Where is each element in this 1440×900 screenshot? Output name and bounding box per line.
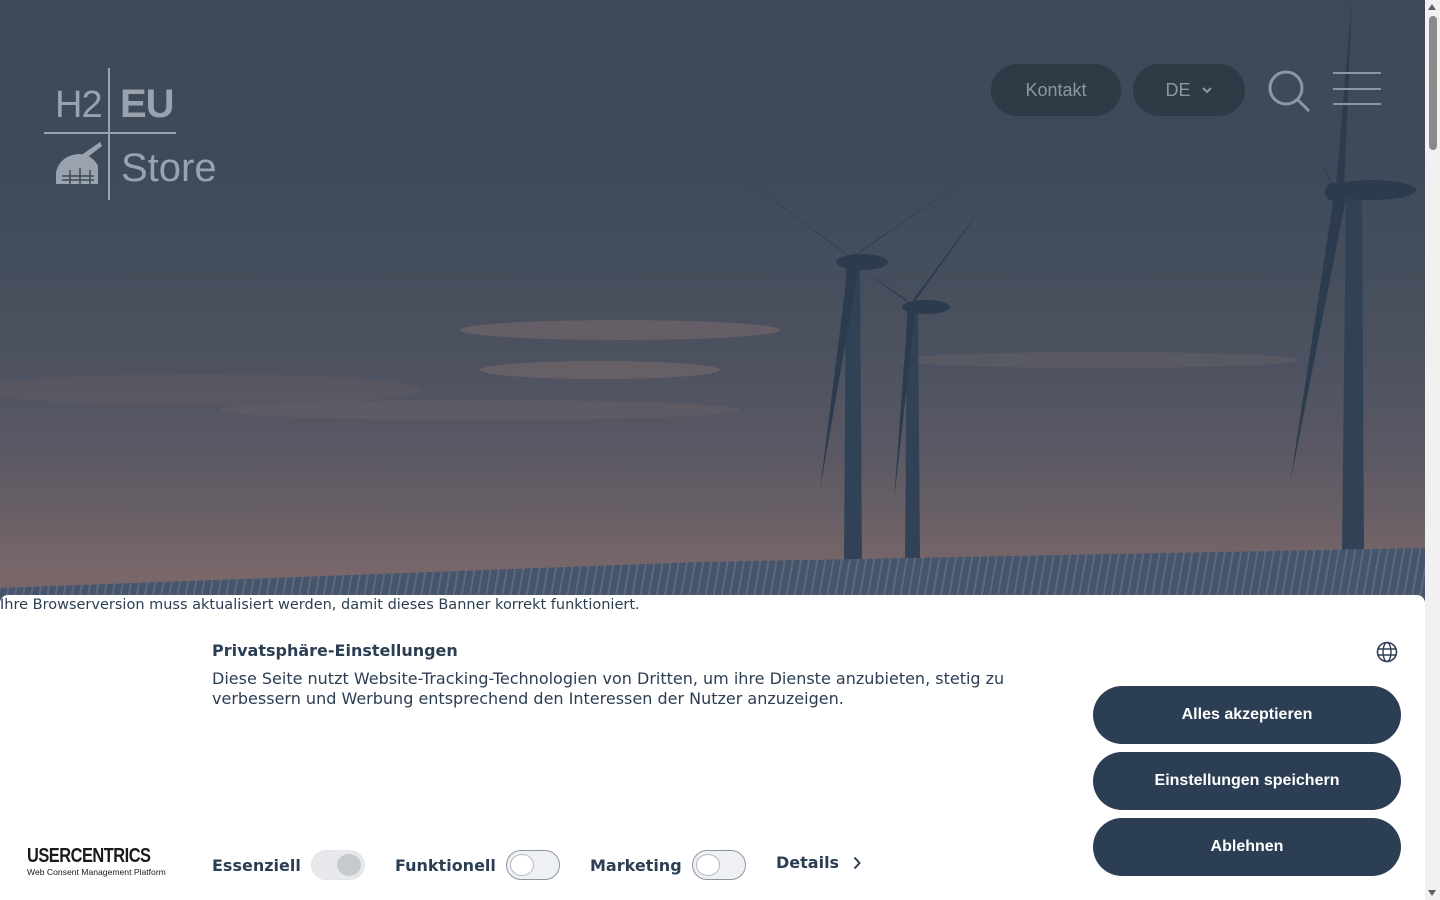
toggle-functional-label: Funktionell [395,855,496,875]
privacy-settings-title: Privatsphäre-Einstellungen [212,641,458,660]
site-logo[interactable]: H2 EU Store [44,68,217,200]
logo-divider-horizontal [44,132,176,134]
chevron-down-icon [1201,87,1212,94]
cookie-consent-banner: Ihre Browserversion muss aktualisiert we… [0,595,1425,900]
scroll-up-arrow-icon[interactable] [1428,4,1436,10]
browser-update-note: Ihre Browserversion muss aktualisiert we… [0,597,640,613]
toggle-marketing-label: Marketing [590,855,682,875]
toggle-functional[interactable]: Funktionell [395,849,560,881]
contact-button[interactable]: Kontakt [991,64,1121,116]
search-icon[interactable] [1266,68,1312,114]
details-label: Details [776,853,840,872]
toggle-marketing-switch[interactable] [691,850,746,880]
usercentrics-logo[interactable]: USERCENTRICS Web Consent Management Plat… [27,845,167,879]
deny-button[interactable]: Ablehnen [1093,818,1401,876]
save-settings-button[interactable]: Einstellungen speichern [1093,752,1401,810]
toggle-functional-switch[interactable] [505,850,560,880]
language-selector[interactable]: DE [1133,64,1245,116]
logo-storage-icon [56,142,102,184]
details-link[interactable]: Details [776,853,861,872]
toggle-essential-switch [310,850,365,880]
toggle-essential: Essenziell [212,849,365,881]
scroll-down-arrow-icon[interactable] [1428,890,1436,896]
usercentrics-wordmark: USERCENTRICS [27,845,151,867]
hamburger-menu-icon[interactable] [1333,72,1381,106]
logo-h2: H2 [55,84,103,126]
toggle-marketing[interactable]: Marketing [590,849,746,881]
usercentrics-tagline: Web Consent Management Platform [27,867,166,877]
language-globe-icon[interactable] [1376,641,1398,663]
toggle-essential-label: Essenziell [212,855,301,875]
privacy-description: Diese Seite nutzt Website-Tracking-Techn… [212,669,1005,708]
chevron-right-icon [853,856,861,869]
scrollbar-thumb[interactable] [1429,16,1437,150]
contact-label: Kontakt [1025,79,1087,100]
logo-divider-vertical [108,68,110,200]
language-label: DE [1165,79,1191,100]
logo-eu: EU [120,82,175,126]
page-scrollbar[interactable] [1425,0,1440,900]
accept-all-button[interactable]: Alles akzeptieren [1093,686,1401,744]
logo-store: Store [121,146,217,190]
